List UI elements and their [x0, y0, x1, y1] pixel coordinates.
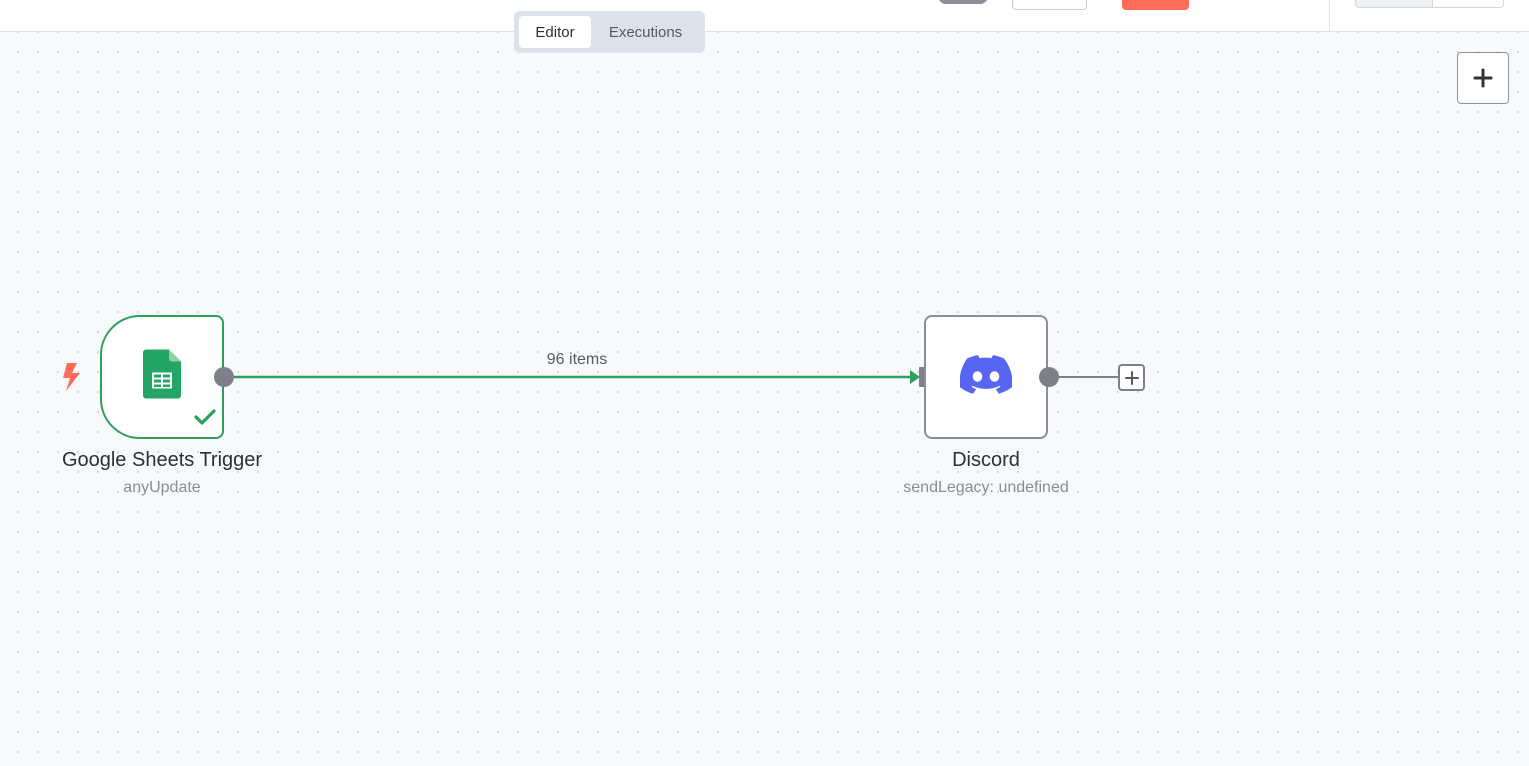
- tab-editor[interactable]: Editor: [519, 16, 591, 48]
- node-subtitle: anyUpdate: [123, 479, 201, 496]
- plus-icon: [1124, 370, 1139, 385]
- tab-executions[interactable]: Executions: [593, 16, 698, 48]
- discord-icon: [959, 355, 1013, 400]
- discord-output-handle[interactable]: [1039, 367, 1059, 387]
- node-title: Discord: [952, 449, 1020, 471]
- trigger-output-handle[interactable]: [214, 367, 234, 387]
- node-discord[interactable]: [924, 315, 1048, 439]
- node-google-sheets-trigger[interactable]: [100, 315, 224, 439]
- add-next-node-button[interactable]: [1118, 364, 1145, 391]
- node-title: Google Sheets Trigger: [61, 449, 263, 471]
- success-check-icon: [194, 408, 216, 431]
- node-subtitle: sendLegacy: undefined: [903, 479, 1069, 496]
- mode-toggle: Editor Executions: [514, 11, 705, 53]
- connection-item-count: 96 items: [546, 351, 608, 368]
- google-sheets-icon: [143, 349, 181, 405]
- trigger-bolt-icon: [60, 362, 82, 397]
